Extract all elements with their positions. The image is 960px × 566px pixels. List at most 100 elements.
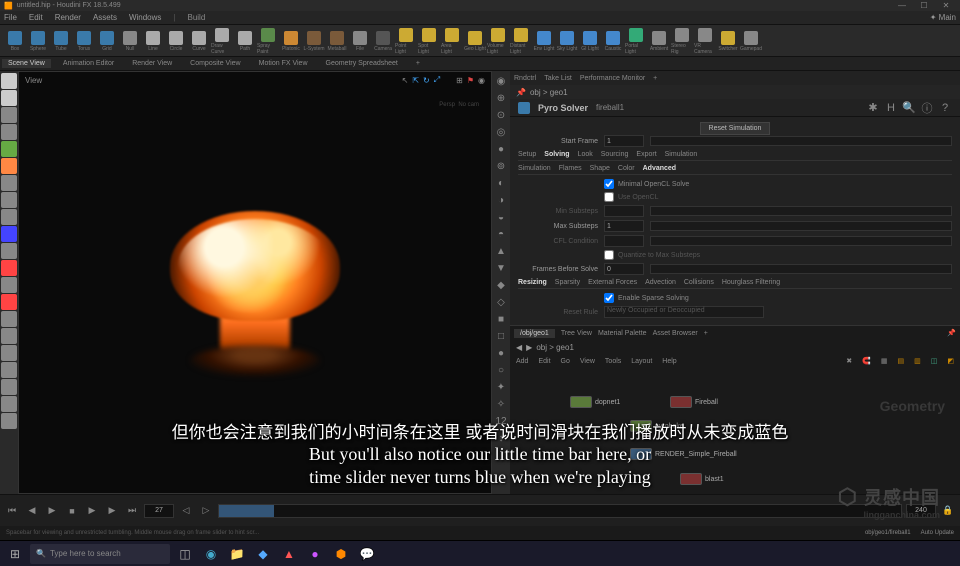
view2-icon[interactable]: ◩: [947, 357, 954, 365]
right-tool-7[interactable]: ◑: [493, 192, 509, 208]
view1-icon[interactable]: ◫: [931, 357, 938, 365]
play-reverse-button[interactable]: ▶: [44, 503, 60, 519]
tab-render-view[interactable]: Render View: [126, 59, 178, 68]
right-tool-16[interactable]: ●: [493, 345, 509, 361]
right-tool-9[interactable]: ◓: [493, 226, 509, 242]
play-forward-button[interactable]: ▶: [84, 503, 100, 519]
left-tool-17[interactable]: [1, 362, 17, 378]
play-prev-button[interactable]: ◀: [24, 503, 40, 519]
right-tool-6[interactable]: ◐: [493, 175, 509, 191]
start-frame-slider[interactable]: [650, 136, 952, 146]
tab-ext-forces[interactable]: External Forces: [588, 279, 637, 286]
node-name[interactable]: fireball1: [596, 103, 624, 112]
tab-scene-view[interactable]: Scene View: [2, 59, 51, 68]
max-substeps-slider[interactable]: [650, 221, 952, 231]
tab-export[interactable]: Export: [636, 151, 656, 158]
right-tool-12[interactable]: ◆: [493, 277, 509, 293]
tab-add[interactable]: +: [410, 59, 426, 68]
wrench-icon[interactable]: ✖: [846, 357, 852, 365]
cfl-slider[interactable]: [650, 236, 952, 246]
desktop-main[interactable]: ✦ Main: [930, 13, 956, 22]
menu-file[interactable]: File: [4, 13, 17, 22]
net-pin-icon[interactable]: 📌: [947, 329, 956, 337]
status-node[interactable]: obj/geo1/fireball1: [865, 530, 911, 536]
left-tool-10[interactable]: [1, 243, 17, 259]
shelf-switcher[interactable]: Switcher: [717, 27, 739, 55]
frames-before-slider[interactable]: [650, 264, 952, 274]
net-view[interactable]: View: [580, 358, 595, 365]
app3-icon[interactable]: ●: [304, 544, 326, 564]
shelf-distant-light[interactable]: Distant Light: [510, 27, 532, 55]
net-tab-obj[interactable]: /obj/geo1: [514, 329, 555, 338]
right-tool-1[interactable]: ⊕: [493, 90, 509, 106]
right-tool-0[interactable]: ◉: [493, 73, 509, 89]
shelf-stereo-rig[interactable]: Stereo Rig: [671, 27, 693, 55]
app1-icon[interactable]: ◆: [252, 544, 274, 564]
right-tool-11[interactable]: ▼: [493, 260, 509, 276]
shelf-portal-light[interactable]: Portal Light: [625, 27, 647, 55]
play-stop-button[interactable]: ■: [64, 503, 80, 519]
net-go[interactable]: Go: [561, 358, 570, 365]
magnet-icon[interactable]: 🧲: [862, 357, 871, 365]
left-tool-9[interactable]: [1, 226, 17, 242]
net-help[interactable]: Help: [662, 358, 676, 365]
edge-icon[interactable]: ◉: [200, 544, 222, 564]
houdini-icon[interactable]: ⬢: [330, 544, 352, 564]
tab-take-list[interactable]: Take List: [544, 75, 572, 82]
range-lock-icon[interactable]: 🔒: [940, 503, 956, 519]
tab-sim2[interactable]: Simulation: [518, 165, 551, 172]
net-tab-add[interactable]: +: [704, 330, 708, 337]
right-tool-14[interactable]: ■: [493, 311, 509, 327]
tab-hourglass[interactable]: Hourglass Filtering: [722, 279, 780, 286]
tab-sparsity[interactable]: Sparsity: [555, 279, 580, 286]
network-editor[interactable]: /obj/geo1 Tree View Material Palette Ass…: [510, 325, 960, 494]
next-key-button[interactable]: ▷: [198, 503, 214, 519]
tab-color[interactable]: Color: [618, 165, 635, 172]
tab-look[interactable]: Look: [578, 151, 593, 158]
shelf-path[interactable]: Path: [234, 27, 256, 55]
tab-motion-fx[interactable]: Motion FX View: [253, 59, 314, 68]
shelf-sky-light[interactable]: Sky Light: [556, 27, 578, 55]
net-add[interactable]: Add: [516, 358, 528, 365]
cfl-input[interactable]: [604, 235, 644, 247]
shelf-vr-camera[interactable]: VR Camera: [694, 27, 716, 55]
shelf-tube[interactable]: Tube: [50, 27, 72, 55]
explorer-icon[interactable]: 📁: [226, 544, 248, 564]
tab-resizing[interactable]: Resizing: [518, 279, 547, 286]
left-tool-18[interactable]: [1, 379, 17, 395]
shelf-platonic[interactable]: Platonic: [280, 27, 302, 55]
left-tool-13[interactable]: [1, 294, 17, 310]
select-icon[interactable]: ↖: [402, 76, 409, 85]
tab-geo-spreadsheet[interactable]: Geometry Spreadsheet: [320, 59, 404, 68]
left-tool-16[interactable]: [1, 345, 17, 361]
shelf-volume-light[interactable]: Volume Light: [487, 27, 509, 55]
left-tool-8[interactable]: [1, 209, 17, 225]
shelf-camera[interactable]: Camera: [372, 27, 394, 55]
shelf-spot-light[interactable]: Spot Light: [418, 27, 440, 55]
left-tool-11[interactable]: [1, 260, 17, 276]
net-edit[interactable]: Edit: [538, 358, 550, 365]
left-tool-0[interactable]: [1, 73, 17, 89]
tab-perf-monitor[interactable]: Performance Monitor: [580, 75, 645, 82]
quantize-checkbox[interactable]: [604, 250, 614, 260]
maximize-button[interactable]: ☐: [914, 1, 934, 11]
net-tools[interactable]: Tools: [605, 358, 621, 365]
shelf-curve[interactable]: Curve: [188, 27, 210, 55]
scale-icon[interactable]: ⤢: [434, 75, 440, 85]
menu-edit[interactable]: Edit: [29, 13, 43, 22]
param-path[interactable]: obj > geo1: [530, 88, 568, 97]
left-tool-19[interactable]: [1, 396, 17, 412]
tab-simulation[interactable]: Simulation: [665, 151, 698, 158]
time-slider[interactable]: [218, 504, 902, 518]
tab-advanced[interactable]: Advanced: [643, 165, 676, 172]
tab-solving[interactable]: Solving: [544, 151, 569, 158]
shelf-area-light[interactable]: Area Light: [441, 27, 463, 55]
reset-simulation-button[interactable]: Reset Simulation: [700, 122, 771, 135]
right-tool-21[interactable]: ↕: [493, 430, 509, 446]
tab-setup[interactable]: Setup: [518, 151, 536, 158]
info-icon[interactable]: ⓘ: [920, 101, 934, 115]
gear-icon[interactable]: ✱: [866, 101, 880, 115]
frames-before-input[interactable]: [604, 263, 644, 275]
layout-icon[interactable]: ▥: [914, 357, 921, 365]
shelf-torus[interactable]: Torus: [73, 27, 95, 55]
